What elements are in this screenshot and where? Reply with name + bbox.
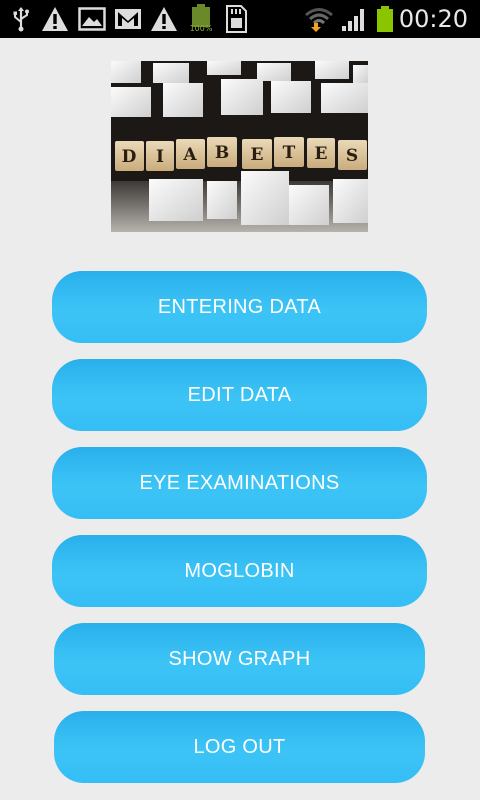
battery-icon bbox=[374, 5, 396, 33]
signal-icon bbox=[339, 5, 369, 33]
clock-time: 00:20 bbox=[398, 5, 468, 33]
svg-text:A: A bbox=[182, 145, 197, 165]
sd-card-icon bbox=[222, 5, 250, 33]
svg-text:I: I bbox=[156, 147, 164, 167]
gallery-icon bbox=[77, 5, 107, 33]
eye-examinations-button[interactable]: EYE EXAMINATIONS bbox=[52, 447, 427, 519]
log-out-button[interactable]: LOG OUT bbox=[54, 711, 425, 783]
battery-small-icon: 100% bbox=[187, 3, 215, 35]
show-graph-button[interactable]: SHOW GRAPH bbox=[54, 623, 425, 695]
diabetes-banner-image: D I A B E T E S bbox=[111, 61, 368, 232]
status-bar: 100% 00:20 bbox=[0, 0, 480, 38]
svg-text:B: B bbox=[215, 143, 229, 163]
edit-data-button[interactable]: EDIT DATA bbox=[52, 359, 427, 431]
battery-percent-label: 100% bbox=[189, 24, 213, 33]
warning-icon bbox=[40, 5, 70, 33]
entering-data-button[interactable]: ENTERING DATA bbox=[52, 271, 427, 343]
gmail-icon bbox=[113, 5, 143, 33]
moglobin-button[interactable]: MOGLOBIN bbox=[52, 535, 427, 607]
svg-text:E: E bbox=[251, 145, 264, 165]
wifi-icon bbox=[304, 5, 334, 33]
svg-text:T: T bbox=[283, 143, 296, 163]
svg-text:E: E bbox=[315, 144, 328, 164]
svg-text:D: D bbox=[122, 147, 137, 167]
warning-icon bbox=[149, 5, 179, 33]
usb-icon bbox=[8, 5, 34, 33]
svg-text:S: S bbox=[346, 146, 358, 166]
